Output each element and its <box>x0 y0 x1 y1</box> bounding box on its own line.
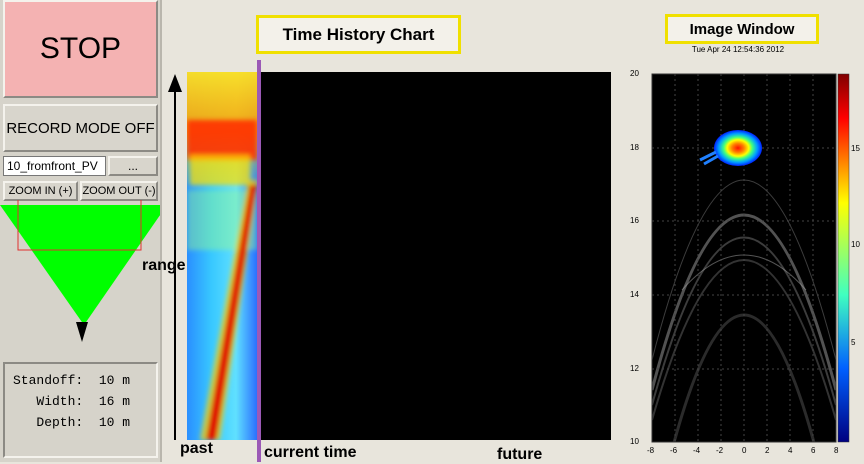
record-mode-button[interactable]: RECORD MODE OFF <box>3 104 158 152</box>
control-panel: STOP RECORD MODE OFF ... ZOOM IN (+) ZOO… <box>0 0 162 462</box>
y-tick: 14 <box>630 290 639 299</box>
x-tick: -4 <box>693 446 701 455</box>
beam-view[interactable] <box>0 200 160 350</box>
file-name-field[interactable] <box>3 156 106 176</box>
y-tick: 20 <box>630 69 639 78</box>
future-area <box>261 72 611 440</box>
x-tick: 0 <box>742 446 747 455</box>
image-tick-labels: 20 18 16 14 12 10 -8 -6 -4 -2 0 2 4 6 8 … <box>612 60 864 462</box>
parameters-panel: Standoff: 10 m Width: 16 m Depth: 10 m <box>3 362 158 458</box>
image-timestamp: Tue Apr 24 12:54:36 2012 <box>691 45 785 54</box>
x-tick: -2 <box>716 446 724 455</box>
zoom-out-button[interactable]: ZOOM OUT (-) <box>80 181 158 201</box>
x-tick: -6 <box>670 446 678 455</box>
x-tick: 8 <box>834 446 839 455</box>
stop-button[interactable]: STOP <box>3 0 158 98</box>
future-label: future <box>497 446 543 463</box>
time-history-title: Time History Chart <box>256 15 461 54</box>
x-tick: 6 <box>811 446 816 455</box>
standoff-readout: Standoff: 10 m <box>13 373 131 388</box>
x-tick: -8 <box>647 446 655 455</box>
colorbar-tick: 15 <box>851 144 860 153</box>
x-tick: 4 <box>788 446 793 455</box>
colorbar-tick: 5 <box>851 338 856 347</box>
current-time-label: current time <box>264 444 357 461</box>
time-history-chart <box>168 60 611 462</box>
beam-wedge <box>0 205 160 325</box>
range-arrow-head <box>168 74 182 92</box>
browse-button[interactable]: ... <box>108 156 158 176</box>
past-label: past <box>180 440 213 457</box>
beam-apex-marker <box>76 322 88 342</box>
y-tick: 10 <box>630 437 639 446</box>
depth-readout: Depth: 10 m <box>13 415 131 430</box>
y-tick: 12 <box>630 364 639 373</box>
image-window-title: Image Window <box>665 14 819 44</box>
colorbar-tick: 10 <box>851 240 860 249</box>
y-tick: 18 <box>630 143 639 152</box>
width-readout: Width: 16 m <box>13 394 131 409</box>
zoom-in-button[interactable]: ZOOM IN (+) <box>3 181 78 201</box>
range-label: range <box>142 257 186 274</box>
x-tick: 2 <box>765 446 770 455</box>
y-tick: 16 <box>630 216 639 225</box>
